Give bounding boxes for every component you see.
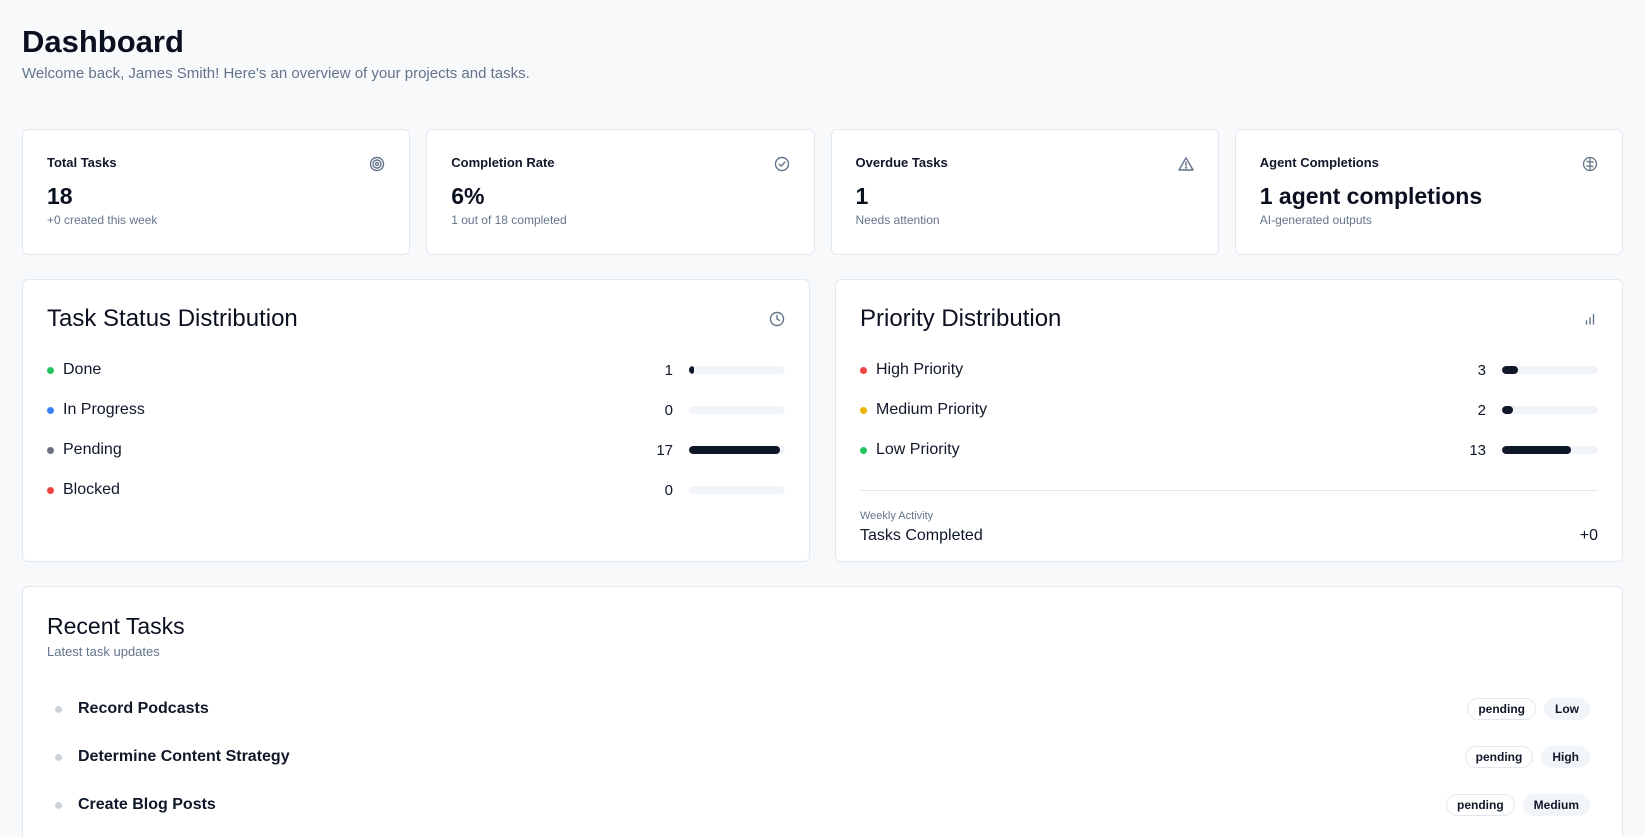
priority-badge: Low bbox=[1544, 698, 1590, 720]
status-bar-track bbox=[689, 446, 785, 454]
priority-row-high: High Priority 3 bbox=[860, 350, 1598, 390]
stat-card-completion-rate: Completion Rate 6% 1 out of 18 completed bbox=[426, 129, 815, 255]
stat-label: Completion Rate bbox=[451, 155, 555, 170]
stat-card-total-tasks: Total Tasks 18 +0 created this week bbox=[22, 129, 411, 255]
stat-card-agent-completions: Agent Completions 1 agent completions AI… bbox=[1234, 129, 1623, 255]
status-count: 1 bbox=[664, 361, 673, 379]
distribution-row: Task Status Distribution Done 1 In Progr… bbox=[22, 279, 1623, 562]
priority-row-medium: Medium Priority 2 bbox=[860, 390, 1598, 430]
dashboard-page: Dashboard Welcome back, James Smith! Her… bbox=[22, 22, 1623, 837]
priority-count: 13 bbox=[1469, 441, 1486, 459]
priority-bar-fill bbox=[1502, 366, 1518, 374]
priority-bar-track bbox=[1502, 366, 1598, 374]
stat-value: 6% bbox=[451, 183, 485, 209]
priority-label: Low Priority bbox=[876, 441, 960, 458]
page-title: Dashboard bbox=[22, 24, 184, 59]
status-label: In Progress bbox=[63, 401, 145, 418]
recent-task-list: Record Podcasts pending Low Determine Co… bbox=[47, 685, 1598, 829]
stat-label: Total Tasks bbox=[47, 155, 117, 170]
task-row[interactable]: Determine Content Strategy pending High bbox=[47, 733, 1598, 781]
tasks-completed-label: Tasks Completed bbox=[860, 527, 983, 544]
task-dot bbox=[55, 753, 62, 761]
stat-sub: 1 out of 18 completed bbox=[451, 213, 567, 227]
status-label: Done bbox=[63, 361, 102, 378]
stat-sub: AI-generated outputs bbox=[1259, 213, 1372, 227]
status-bar-fill bbox=[689, 446, 780, 454]
brain-icon bbox=[1582, 156, 1598, 172]
bar-chart-icon bbox=[1582, 311, 1598, 327]
stat-card-overdue-tasks: Overdue Tasks 1 Needs attention bbox=[830, 129, 1219, 255]
status-label: Pending bbox=[63, 441, 122, 458]
status-row-in-progress: In Progress 0 bbox=[47, 390, 785, 430]
priority-dot bbox=[860, 366, 867, 374]
task-row[interactable]: Create Blog Posts pending Medium bbox=[47, 781, 1598, 829]
status-row-pending: Pending 17 bbox=[47, 430, 785, 470]
task-dot bbox=[55, 705, 62, 713]
task-row[interactable]: Record Podcasts pending Low bbox=[47, 685, 1598, 733]
task-title[interactable]: Determine Content Strategy bbox=[78, 748, 1457, 766]
stat-value: 1 agent completions bbox=[1259, 183, 1483, 209]
status-bar-track bbox=[689, 366, 785, 374]
priority-list: High Priority 3 Medium Priority 2 Low Pr… bbox=[860, 350, 1598, 470]
status-count: 0 bbox=[664, 401, 673, 419]
priority-bar-fill bbox=[1502, 406, 1513, 414]
tasks-completed-value: +0 bbox=[1579, 527, 1598, 544]
task-title[interactable]: Create Blog Posts bbox=[78, 796, 1438, 814]
status-label: Blocked bbox=[63, 481, 120, 498]
priority-badge: High bbox=[1541, 746, 1590, 768]
priority-bar-track bbox=[1502, 406, 1598, 414]
status-count: 17 bbox=[656, 441, 673, 459]
status-badge: pending bbox=[1464, 746, 1534, 768]
panel-title: Priority Distribution bbox=[860, 305, 1062, 332]
page-subtitle: Welcome back, James Smith! Here's an ove… bbox=[22, 65, 530, 82]
priority-count: 3 bbox=[1477, 361, 1486, 379]
priority-badge: Medium bbox=[1522, 794, 1590, 816]
clock-icon bbox=[769, 311, 785, 327]
panel-title: Task Status Distribution bbox=[47, 305, 298, 332]
status-count: 0 bbox=[664, 481, 673, 499]
status-bar-track bbox=[689, 486, 785, 494]
status-dot bbox=[47, 446, 54, 454]
status-row-done: Done 1 bbox=[47, 350, 785, 390]
recent-tasks-title: Recent Tasks bbox=[47, 613, 185, 639]
status-badge: pending bbox=[1467, 698, 1536, 720]
stat-value: 18 bbox=[47, 183, 73, 209]
status-dot bbox=[47, 366, 54, 374]
check-circle-icon bbox=[774, 156, 790, 172]
stats-row: Total Tasks 18 +0 created this week Comp… bbox=[22, 129, 1623, 255]
priority-dot bbox=[860, 406, 867, 414]
status-bar-track bbox=[689, 406, 785, 414]
target-icon bbox=[369, 156, 385, 172]
status-dot bbox=[47, 486, 54, 494]
status-row-blocked: Blocked 0 bbox=[47, 470, 785, 510]
priority-label: Medium Priority bbox=[876, 401, 988, 418]
status-dot bbox=[47, 406, 54, 414]
stat-label: Agent Completions bbox=[1259, 155, 1379, 170]
alert-triangle-icon bbox=[1178, 156, 1194, 172]
priority-dot bbox=[860, 446, 867, 454]
recent-tasks-panel: Recent Tasks Latest task updates Record … bbox=[22, 586, 1623, 837]
weekly-activity-label: Weekly Activity bbox=[860, 510, 934, 522]
status-bar-fill bbox=[689, 366, 695, 374]
stat-sub: Needs attention bbox=[855, 213, 940, 227]
priority-distribution-panel: Priority Distribution High Priority 3 Me… bbox=[835, 279, 1623, 562]
task-dot bbox=[55, 801, 62, 809]
stat-label: Overdue Tasks bbox=[855, 155, 948, 170]
priority-count: 2 bbox=[1477, 401, 1486, 419]
task-title[interactable]: Record Podcasts bbox=[78, 700, 1459, 718]
stat-sub: +0 created this week bbox=[47, 213, 158, 227]
recent-tasks-subtitle: Latest task updates bbox=[47, 644, 160, 659]
priority-bar-fill bbox=[1502, 446, 1572, 454]
priority-bar-track bbox=[1502, 446, 1598, 454]
status-badge: pending bbox=[1445, 794, 1515, 816]
status-list: Done 1 In Progress 0 Pending 17 Blocked … bbox=[47, 350, 785, 510]
status-distribution-panel: Task Status Distribution Done 1 In Progr… bbox=[22, 279, 810, 562]
stat-value: 1 bbox=[855, 183, 869, 209]
weekly-activity: Weekly Activity Tasks Completed +0 bbox=[860, 490, 1598, 545]
priority-label: High Priority bbox=[876, 361, 964, 378]
weekly-activity-row: Tasks Completed +0 bbox=[860, 527, 1598, 545]
priority-row-low: Low Priority 13 bbox=[860, 430, 1598, 470]
